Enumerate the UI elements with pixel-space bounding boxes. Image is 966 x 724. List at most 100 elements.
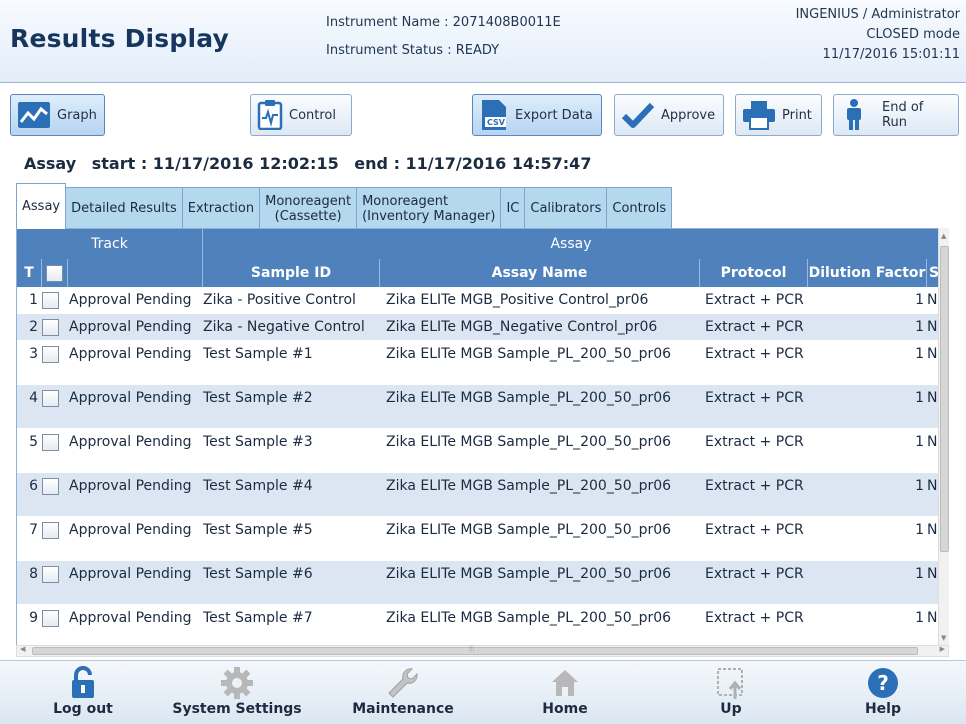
scroll-down-arrow-icon[interactable]: ▼ bbox=[941, 634, 946, 642]
row-checkbox[interactable] bbox=[42, 389, 59, 407]
cell-t: 3 bbox=[29, 346, 38, 362]
vertical-scrollbar[interactable]: ▲ ▼ bbox=[938, 228, 949, 646]
row-select-cell bbox=[42, 473, 64, 499]
select-all-checkbox[interactable] bbox=[46, 264, 63, 282]
table-row[interactable]: 4 Approval Pending Test Sample #2 Zika ELIT… bbox=[17, 385, 939, 429]
cell-status: Approval Pending bbox=[69, 522, 192, 538]
scroll-up-arrow-icon[interactable]: ▲ bbox=[941, 232, 946, 240]
tab-detailed-results[interactable]: Detailed Results bbox=[65, 187, 183, 229]
export-data-button[interactable]: CSV Export Data bbox=[472, 94, 602, 136]
row-checkbox[interactable] bbox=[42, 565, 59, 583]
cell-assay-name: Zika ELITe MGB Sample_PL_200_50_pr06 bbox=[386, 566, 672, 582]
logout-button[interactable]: Log out bbox=[8, 665, 158, 723]
page-title: Results Display bbox=[10, 24, 230, 53]
tab-monoreagent-cassette[interactable]: Monoreagent (Cassette) bbox=[259, 187, 358, 229]
tab-controls[interactable]: Controls bbox=[606, 187, 673, 229]
control-button[interactable]: Control bbox=[250, 94, 352, 136]
row-checkbox[interactable] bbox=[42, 477, 59, 495]
cell-dilution: 1 bbox=[915, 292, 924, 308]
column-header-status[interactable] bbox=[68, 259, 203, 287]
cell-t: 9 bbox=[29, 610, 38, 626]
user-name: INGENIUS / Administrator bbox=[795, 7, 960, 22]
table-row[interactable]: 2 Approval Pending Zika - Negative Control… bbox=[17, 314, 939, 341]
end-of-run-button[interactable]: End of Run bbox=[833, 94, 959, 136]
row-select-cell bbox=[42, 314, 64, 340]
cell-sample-id: Test Sample #4 bbox=[203, 478, 313, 494]
horizontal-scroll-thumb[interactable] bbox=[32, 647, 918, 655]
tab-bar: Assay Detailed Results Extraction Monore… bbox=[16, 183, 673, 229]
tab-ic[interactable]: IC bbox=[500, 187, 526, 229]
datetime-label: 11/17/2016 15:01:11 bbox=[822, 47, 960, 62]
table-row[interactable]: 5 Approval Pending Test Sample #3 Zika ELIT… bbox=[17, 429, 939, 473]
cell-protocol: Extract + PCR bbox=[705, 434, 804, 450]
instrument-status: Instrument Status : READY bbox=[326, 43, 500, 58]
horizontal-scrollbar[interactable]: ◀ ⦙⦙⦙ ▶ bbox=[16, 644, 949, 657]
system-settings-button[interactable]: System Settings bbox=[162, 665, 312, 723]
maintenance-button[interactable]: Maintenance bbox=[328, 665, 478, 723]
row-checkbox[interactable] bbox=[42, 318, 59, 336]
system-settings-label: System Settings bbox=[172, 701, 302, 717]
tab-monoreagent-inventory-manager[interactable]: Monoreagent (Inventory Manager) bbox=[356, 187, 502, 229]
scroll-left-arrow-icon[interactable]: ◀ bbox=[20, 645, 25, 653]
table-row[interactable]: 9 Approval Pending Test Sample #7 Zika ELIT… bbox=[17, 605, 939, 645]
graph-label: Graph bbox=[57, 107, 97, 123]
table-row[interactable]: 6 Approval Pending Test Sample #4 Zika ELIT… bbox=[17, 473, 939, 517]
row-select-cell bbox=[42, 517, 64, 543]
column-header-sample-id[interactable]: Sample ID bbox=[203, 259, 380, 287]
group-header-assay: Assay bbox=[203, 229, 939, 259]
svg-text:CSV: CSV bbox=[487, 118, 506, 127]
cell-status: Approval Pending bbox=[69, 610, 192, 626]
cell-t: 7 bbox=[29, 522, 38, 538]
cell-assay-name: Zika ELITe MGB Sample_PL_200_50_pr06 bbox=[386, 522, 672, 538]
row-checkbox[interactable] bbox=[42, 291, 59, 309]
scroll-right-arrow-icon[interactable]: ▶ bbox=[940, 645, 945, 653]
home-button[interactable]: Home bbox=[490, 665, 640, 723]
tab-calibrators[interactable]: Calibrators bbox=[524, 187, 608, 229]
cell-protocol: Extract + PCR bbox=[705, 319, 804, 335]
column-header-select bbox=[42, 259, 68, 287]
cell-t: 6 bbox=[29, 478, 38, 494]
row-checkbox[interactable] bbox=[42, 521, 59, 539]
cell-dilution: 1 bbox=[915, 478, 924, 494]
home-label: Home bbox=[542, 701, 588, 717]
cell-t: 1 bbox=[29, 292, 38, 308]
column-header-assay-name[interactable]: Assay Name bbox=[380, 259, 700, 287]
graph-button[interactable]: Graph bbox=[10, 94, 105, 136]
table-row[interactable]: 3 Approval Pending Test Sample #1 Zika ELIT… bbox=[17, 341, 939, 385]
row-checkbox[interactable] bbox=[42, 345, 59, 363]
row-checkbox[interactable] bbox=[42, 609, 59, 627]
cell-status: Approval Pending bbox=[69, 434, 192, 450]
row-checkbox[interactable] bbox=[42, 433, 59, 451]
vertical-scroll-thumb[interactable] bbox=[940, 246, 949, 552]
scroll-grip-icon: ⦙⦙⦙ bbox=[469, 644, 475, 653]
table-row[interactable]: 8 Approval Pending Test Sample #6 Zika ELIT… bbox=[17, 561, 939, 605]
checkmark-icon bbox=[621, 101, 655, 129]
cell-status: Approval Pending bbox=[69, 566, 192, 582]
home-icon bbox=[490, 665, 640, 701]
table-row[interactable]: 7 Approval Pending Test Sample #5 Zika ELIT… bbox=[17, 517, 939, 561]
wrench-icon bbox=[328, 665, 478, 701]
cell-sample-id: Zika - Negative Control bbox=[203, 319, 365, 335]
up-arrow-icon bbox=[656, 665, 806, 701]
tab-extraction[interactable]: Extraction bbox=[181, 187, 261, 229]
cell-protocol: Extract + PCR bbox=[705, 610, 804, 626]
table-row[interactable]: 1 Approval Pending Zika - Positive Control… bbox=[17, 287, 939, 314]
cell-protocol: Extract + PCR bbox=[705, 292, 804, 308]
row-select-cell bbox=[42, 341, 64, 367]
approve-button[interactable]: Approve bbox=[614, 94, 724, 136]
cell-assay-name: Zika ELITe MGB Sample_PL_200_50_pr06 bbox=[386, 434, 672, 450]
help-button[interactable]: ? Help bbox=[808, 665, 958, 723]
column-header-t[interactable]: T bbox=[17, 259, 42, 287]
csv-export-icon: CSV bbox=[479, 99, 509, 131]
cell-status: Approval Pending bbox=[69, 292, 192, 308]
row-select-cell bbox=[42, 287, 64, 313]
up-button[interactable]: Up bbox=[656, 665, 806, 723]
printer-icon bbox=[742, 100, 776, 130]
column-header-protocol[interactable]: Protocol bbox=[700, 259, 808, 287]
toolbar: Graph Control CSV Export Data Approve Pr… bbox=[0, 84, 966, 148]
print-button[interactable]: Print bbox=[735, 94, 822, 136]
column-header-dilution-factor[interactable]: Dilution Factor bbox=[808, 259, 927, 287]
column-header-row: T Sample ID Assay Name Protocol Dilution… bbox=[17, 259, 941, 287]
tab-assay[interactable]: Assay bbox=[16, 183, 67, 229]
row-select-cell bbox=[42, 605, 64, 631]
